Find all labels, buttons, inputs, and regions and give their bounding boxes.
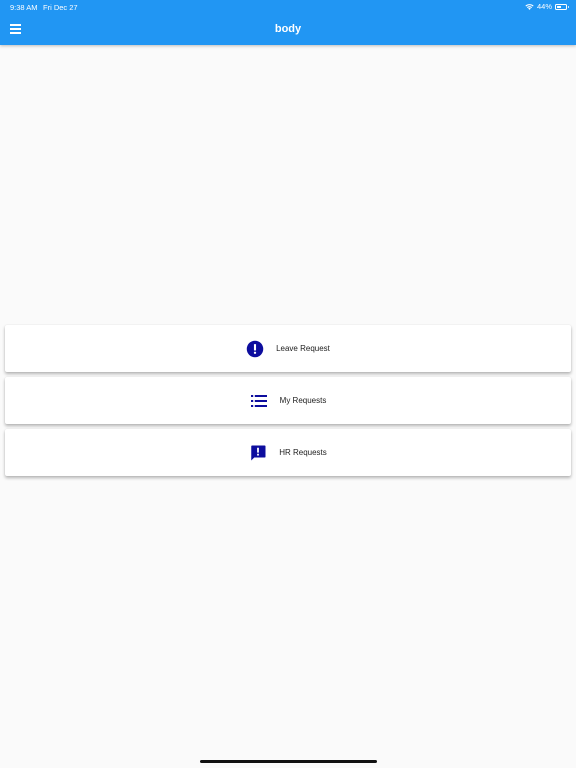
my-requests-label: My Requests: [279, 396, 327, 405]
leave-request-button[interactable]: Leave Request: [5, 325, 571, 372]
status-bar: 9:38 AM Fri Dec 27 44%: [0, 0, 576, 14]
battery-level: [557, 5, 561, 8]
hr-requests-button[interactable]: HR Requests: [5, 429, 571, 476]
status-indicators: 44%: [525, 2, 569, 11]
feedback-icon: [249, 444, 267, 462]
wifi-icon: [525, 4, 534, 10]
app-screen: 9:38 AM Fri Dec 27 44% body Leave Reques…: [0, 0, 576, 768]
my-requests-button[interactable]: My Requests: [5, 377, 571, 424]
exclamation-circle-icon: [246, 340, 264, 358]
list-icon: [250, 392, 268, 410]
status-time: 9:38 AM: [10, 3, 38, 12]
battery-percent: 44%: [536, 2, 552, 11]
leave-request-label: Leave Request: [276, 344, 330, 353]
page-title: body: [274, 23, 302, 35]
hr-requests-label: HR Requests: [279, 448, 327, 457]
battery-icon: [555, 3, 569, 10]
status-date: Fri Dec 27: [43, 3, 78, 12]
home-indicator[interactable]: [200, 760, 377, 763]
app-bar: 9:38 AM Fri Dec 27 44% body: [0, 0, 576, 45]
